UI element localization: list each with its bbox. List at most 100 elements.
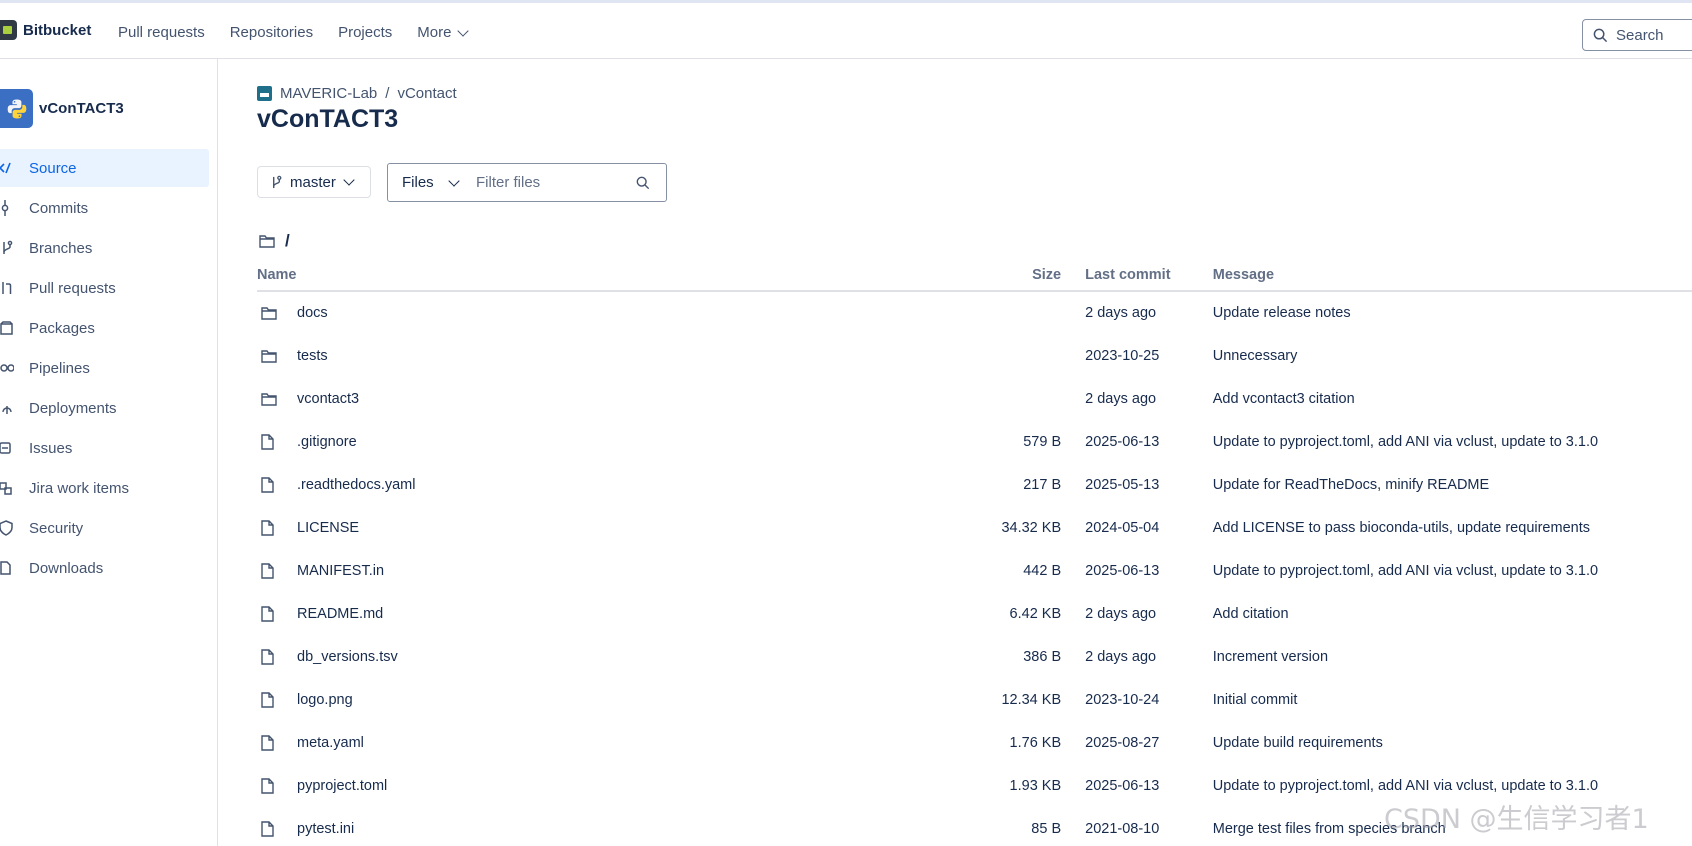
folder-icon	[257, 392, 297, 406]
last-commit-date: 2021-08-10	[1085, 820, 1160, 837]
commit-message[interactable]: Add vcontact3 citation	[1213, 377, 1692, 420]
commit-message[interactable]: Unnecessary	[1213, 334, 1692, 377]
file-name-link[interactable]: logo.png	[297, 692, 353, 708]
table-row[interactable]: tests 2023-10-25 Unnecessary	[257, 334, 1692, 377]
search-placeholder: Search	[1616, 26, 1664, 44]
nav-projects[interactable]: Projects	[338, 24, 392, 41]
table-row[interactable]: MANIFEST.in 442 B 2025-06-13 Update to pypr…	[257, 549, 1692, 592]
file-icon	[257, 734, 297, 751]
file-icon	[257, 605, 297, 622]
table-row[interactable]: README.md 6.42 KB 2 days ago Add citation	[257, 592, 1692, 635]
table-header-row: Name Size Last commit Message	[257, 259, 1692, 292]
column-header-name[interactable]: Name	[257, 259, 923, 292]
breadcrumb-project[interactable]: MAVERIC-Lab	[280, 85, 377, 102]
last-commit-date: 2025-08-27	[1085, 734, 1160, 751]
file-name-link[interactable]: pytest.ini	[297, 821, 354, 837]
code-icon	[0, 160, 14, 176]
file-name-link[interactable]: README.md	[297, 606, 383, 622]
current-path: /	[259, 231, 290, 251]
file-name-cell: logo.png	[257, 678, 923, 721]
branch-selector[interactable]: master	[257, 166, 371, 198]
file-name-link[interactable]: pyproject.toml	[297, 778, 387, 794]
sidebar-item-source[interactable]: Source	[0, 149, 209, 187]
search-box[interactable]: Search	[1582, 19, 1692, 51]
file-size: 1.76 KB	[1009, 734, 1062, 751]
sidebar-item-security[interactable]: Security	[0, 509, 209, 547]
sidebar-item-issues[interactable]: Issues	[0, 429, 209, 467]
chevron-down-icon	[448, 174, 460, 187]
commit-message[interactable]: Update release notes	[1213, 291, 1692, 334]
repo-header[interactable]: vConTACT3	[0, 89, 124, 128]
file-name-link[interactable]: .readthedocs.yaml	[297, 477, 415, 493]
file-icon	[257, 476, 297, 493]
file-name-link[interactable]: LICENSE	[297, 520, 359, 536]
table-row[interactable]: LICENSE 34.32 KB 2024-05-04 Add LICENSE to …	[257, 506, 1692, 549]
filter-files-input[interactable]	[476, 174, 636, 191]
file-icon	[257, 820, 297, 837]
branch-icon	[0, 240, 14, 256]
top-navigation-bar: Bitbucket Pull requests Repositories Pro…	[0, 0, 1692, 59]
table-row[interactable]: vcontact3 2 days ago Add vcontact3 citatio…	[257, 377, 1692, 420]
file-size: 6.42 KB	[1009, 605, 1062, 622]
last-commit-date: 2025-05-13	[1085, 476, 1160, 493]
sidebar-item-pipelines[interactable]: Pipelines	[0, 349, 209, 387]
sidebar-item-branches[interactable]: Branches	[0, 229, 209, 267]
sidebar-item-pull-requests[interactable]: Pull requests	[0, 269, 209, 307]
commit-message[interactable]: Increment version	[1213, 635, 1692, 678]
last-commit-date: 2 days ago	[1085, 305, 1157, 321]
nav-repositories[interactable]: Repositories	[230, 24, 313, 41]
sidebar-item-label: Security	[29, 519, 84, 537]
commit-message[interactable]: Update build requirements	[1213, 721, 1692, 764]
nav-pull-requests[interactable]: Pull requests	[118, 24, 205, 41]
table-row[interactable]: meta.yaml 1.76 KB 2025-08-27 Update build r…	[257, 721, 1692, 764]
nav-more[interactable]: More	[417, 24, 470, 41]
table-row[interactable]: .readthedocs.yaml 217 B 2025-05-13 Update f…	[257, 463, 1692, 506]
column-header-size[interactable]: Size	[922, 259, 1086, 292]
commit-message[interactable]: Add citation	[1213, 592, 1692, 635]
sidebar-item-downloads[interactable]: Downloads	[0, 549, 209, 587]
table-row[interactable]: db_versions.tsv 386 B 2 days ago Increment …	[257, 635, 1692, 678]
commit-message[interactable]: Add LICENSE to pass bioconda-utils, upda…	[1213, 506, 1692, 549]
file-name-link[interactable]: docs	[297, 305, 328, 321]
sidebar-item-label: Pull requests	[29, 279, 116, 297]
file-name-link[interactable]: db_versions.tsv	[297, 649, 398, 665]
search-icon	[636, 176, 650, 189]
commit-message[interactable]: Update for ReadTheDocs, minify README	[1213, 463, 1692, 506]
table-row[interactable]: .gitignore 579 B 2025-06-13 Update to pypro…	[257, 420, 1692, 463]
bitbucket-logo[interactable]: Bitbucket	[0, 20, 91, 40]
breadcrumb: MAVERIC-Lab / vContact	[257, 85, 457, 102]
file-table: Name Size Last commit Message docs 2 days…	[257, 259, 1692, 846]
table-row[interactable]: docs 2 days ago Update release notes	[257, 291, 1692, 334]
commit-message[interactable]: Update to pyproject.toml, add ANI via vc…	[1213, 549, 1692, 592]
table-row[interactable]: logo.png 12.34 KB 2023-10-24 Initial commit	[257, 678, 1692, 721]
file-name-cell: README.md	[257, 592, 923, 635]
file-size: 34.32 KB	[1001, 519, 1062, 536]
page-title: vConTACT3	[257, 105, 399, 133]
sidebar-item-label: Jira work items	[29, 479, 130, 497]
breadcrumb-separator: /	[385, 85, 390, 102]
sidebar-item-packages[interactable]: Packages	[0, 309, 209, 347]
files-type-select[interactable]: Files	[388, 174, 476, 191]
file-name-cell: .gitignore	[257, 420, 923, 463]
folder-icon	[257, 349, 297, 363]
column-header-last-commit[interactable]: Last commit	[1085, 259, 1213, 292]
file-name-link[interactable]: tests	[297, 348, 328, 364]
top-nav: Pull requests Repositories Projects More	[118, 24, 492, 41]
file-name-link[interactable]: vcontact3	[297, 391, 359, 407]
breadcrumb-repo[interactable]: vContact	[397, 85, 456, 102]
sidebar-item-deployments[interactable]: Deployments	[0, 389, 209, 427]
file-name-link[interactable]: meta.yaml	[297, 735, 364, 751]
file-name-link[interactable]: MANIFEST.in	[297, 563, 384, 579]
column-header-message[interactable]: Message	[1212, 259, 1692, 292]
file-name-link[interactable]: .gitignore	[297, 434, 357, 450]
sidebar-item-commits[interactable]: Commits	[0, 189, 209, 227]
package-icon	[0, 320, 14, 336]
download-icon	[0, 560, 14, 576]
commit-message[interactable]: Initial commit	[1213, 678, 1692, 721]
sidebar-item-label: Commits	[29, 199, 89, 217]
folder-icon	[259, 235, 275, 248]
sidebar-item-jira-work-items[interactable]: Jira work items	[0, 469, 209, 507]
sidebar-item-label: Deployments	[29, 399, 117, 417]
commit-message[interactable]: Update to pyproject.toml, add ANI via vc…	[1213, 420, 1692, 463]
last-commit-date: 2 days ago	[1085, 648, 1157, 665]
